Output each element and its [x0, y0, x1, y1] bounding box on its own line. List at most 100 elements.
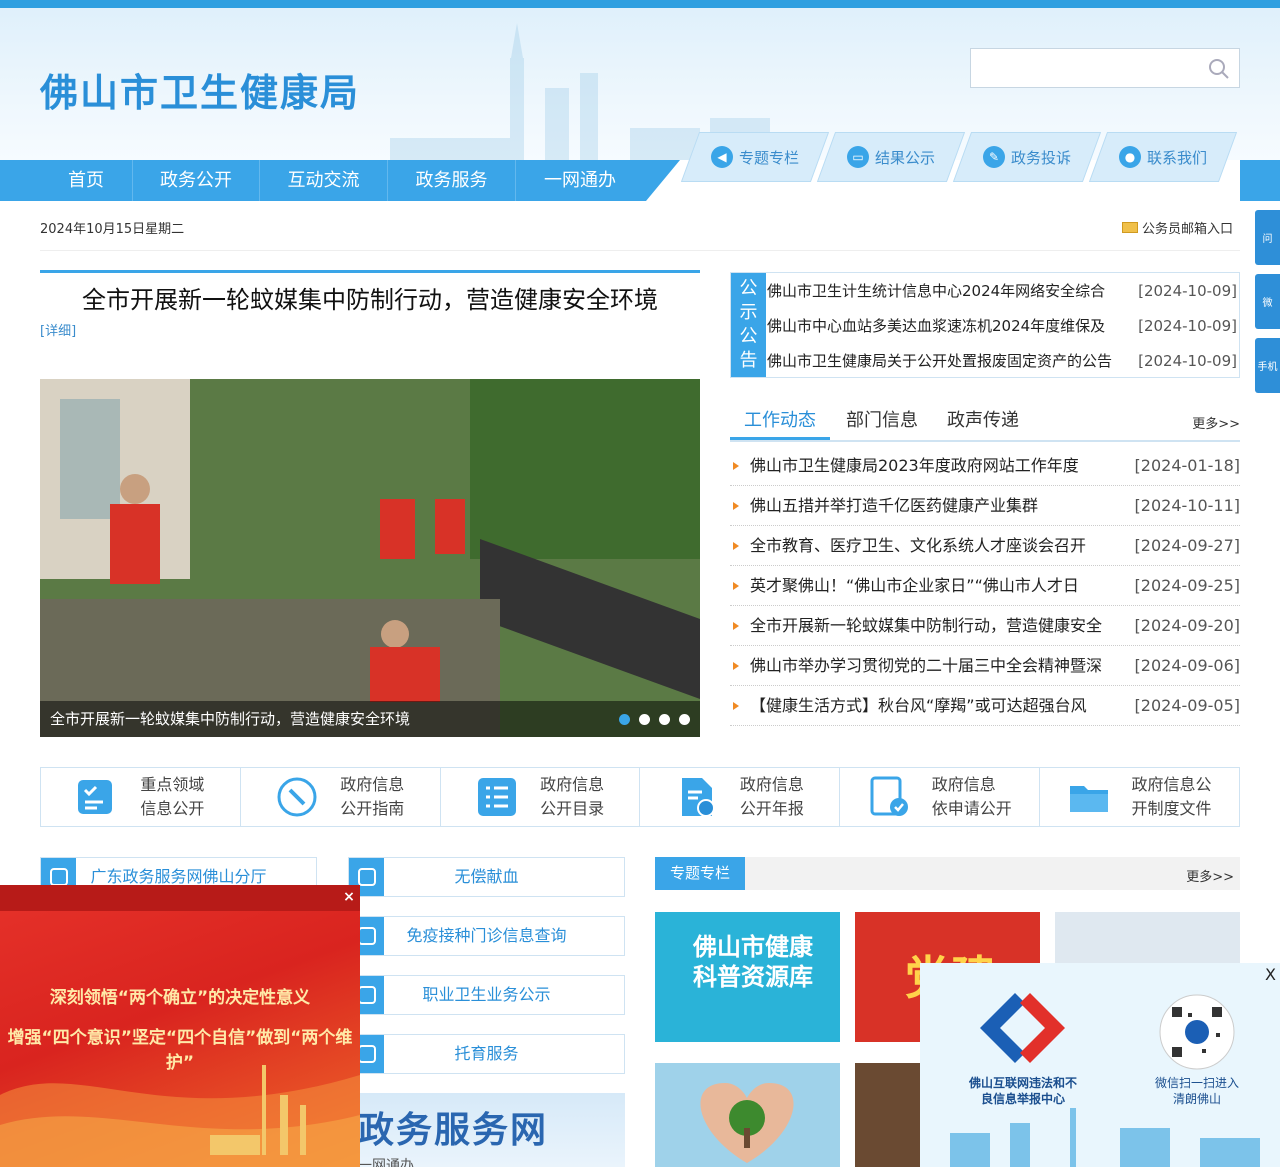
news-item[interactable]: 英才聚佛山！“佛山市企业家日”“佛山市人才日 [2024-09-25]	[730, 566, 1240, 606]
info-link-annual-report[interactable]: 政府信息 公开年报	[640, 768, 841, 826]
slider-dot[interactable]	[639, 714, 650, 725]
info-link-guide[interactable]: 政府信息 公开指南	[241, 768, 441, 826]
tab-contact-us[interactable]: ● 联系我们	[1088, 132, 1238, 182]
service-link-vaccination[interactable]: 免疫接种门诊信息查询	[348, 916, 625, 956]
service-link-childcare[interactable]: 托育服务	[348, 1034, 625, 1074]
tab-results-notice[interactable]: ▭ 结果公示	[816, 132, 966, 182]
slider-dot[interactable]	[679, 714, 690, 725]
nav-item-home[interactable]: 首页	[40, 160, 132, 201]
divider	[40, 250, 1240, 251]
news-item[interactable]: 佛山市举办学习贯彻党的二十届三中全会精神暨深 [2024-09-06]	[730, 646, 1240, 686]
nav-item-gov-services[interactable]: 政务服务	[388, 160, 515, 201]
news-date: [2024-09-27]	[1134, 536, 1240, 555]
form-check-icon	[870, 776, 908, 816]
float-label: 手机	[1257, 362, 1278, 373]
news-title[interactable]: 佛山五措并举打造千亿医药健康产业集群	[750, 496, 1038, 515]
notice-tag-char: 告	[739, 350, 758, 371]
news-title[interactable]: 全市教育、医疗卫生、文化系统人才座谈会召开	[750, 536, 1086, 555]
news-title[interactable]: 佛山市卫生健康局2023年度政府网站工作年度	[750, 456, 1079, 475]
top-accent-line	[0, 0, 1280, 8]
headline-title[interactable]: 全市开展新一轮蚊媒集中防制行动，营造健康安全环境	[40, 280, 700, 315]
speaker-icon: ◀	[710, 146, 733, 168]
search-input[interactable]	[970, 48, 1240, 88]
info-line2: 公开年报	[739, 799, 804, 818]
float-wechat-button[interactable]: 微	[1255, 274, 1280, 329]
tab-policy-voice[interactable]: 政声传递	[933, 405, 1033, 440]
slider-caption[interactable]: 全市开展新一轮蚊媒集中防制行动，营造健康安全环境	[40, 701, 700, 737]
site-title[interactable]: 佛山市卫生健康局	[40, 62, 360, 117]
news-date: [2024-09-20]	[1134, 616, 1240, 635]
popup-close-button[interactable]: X	[1265, 965, 1276, 984]
mailbox-link[interactable]: 公务员邮箱入口	[1122, 218, 1233, 237]
float-mobile-button[interactable]: 手机	[1255, 338, 1280, 393]
tab-complaints[interactable]: ✎ 政务投诉	[952, 132, 1102, 182]
news-title[interactable]: 英才聚佛山！“佛山市企业家日”“佛山市人才日	[750, 576, 1079, 595]
floating-ad-right[interactable]: X 佛山互联网违法和不良信息举报中心 微信扫一扫进入清朗佛山	[920, 963, 1280, 1167]
info-link-policy-files[interactable]: 政府信息公 开制度文件	[1040, 768, 1239, 826]
main-navigation: 首页 政务公开 互动交流 政务服务 一网通办 ◀ 专题专栏 ▭ 结果公示 ✎ 政务投诉…	[0, 132, 1280, 201]
info-link-key-areas[interactable]: 重点领域 信息公开	[41, 768, 241, 826]
tab-department-info[interactable]: 部门信息	[832, 405, 932, 440]
list-icon	[478, 778, 517, 816]
news-item[interactable]: 全市开展新一轮蚊媒集中防制行动，营造健康安全 [2024-09-20]	[730, 606, 1240, 646]
special-topics-tag: 专题专栏	[655, 857, 745, 890]
tab-work-updates[interactable]: 工作动态	[730, 405, 830, 440]
popup-slogan-line1: 深刻领悟“两个确立”的决定性意义	[49, 988, 311, 1008]
topic-card-text: 佛山市健康科普资源库	[693, 933, 813, 991]
info-line1: 重点领域	[140, 775, 205, 794]
notice-title[interactable]: 佛山市卫生计生统计信息中心2024年网络安全综合	[767, 282, 1105, 300]
service-label: 职业卫生业务公示	[422, 985, 551, 1004]
notice-title[interactable]: 佛山市中心血站多美达血浆速冻机2024年度维保及	[767, 317, 1105, 335]
info-line1: 政府信息	[540, 775, 605, 794]
news-item[interactable]: 佛山市卫生健康局2023年度政府网站工作年度 [2024-01-18]	[730, 446, 1240, 486]
news-item[interactable]: 全市教育、医疗卫生、文化系统人才座谈会召开 [2024-09-27]	[730, 526, 1240, 566]
chat-icon: ●	[1118, 146, 1141, 168]
nav-item-gov-affairs[interactable]: 政务公开	[133, 160, 259, 201]
info-line1: 政府信息	[739, 775, 804, 794]
popup-close-button[interactable]: ×	[341, 889, 357, 905]
notice-tag: 公 示 公 告	[731, 273, 766, 377]
tab-special-topics[interactable]: ◀ 专题专栏	[680, 132, 830, 182]
gov-banner-subtitle: 一网通办	[358, 1158, 414, 1167]
notice-title[interactable]: 佛山市卫生健康局关于公开处置报废固定资产的公告	[767, 352, 1112, 370]
news-date: [2024-09-06]	[1134, 656, 1240, 675]
notice-date: [2024-10-09]	[1138, 352, 1237, 370]
topic-card-tree-hands[interactable]	[655, 1063, 840, 1167]
report-center-logo-icon	[980, 993, 1065, 1063]
mailbox-label: 公务员邮箱入口	[1142, 222, 1234, 237]
gov-service-banner[interactable]: 政务服务网 一网通办	[330, 1093, 625, 1167]
pen-icon: ✎	[982, 146, 1005, 168]
service-label: 免疫接种门诊信息查询	[406, 926, 567, 945]
service-link-occupational-health[interactable]: 职业卫生业务公示	[348, 975, 625, 1015]
current-date: 2024年10月15日星期二	[40, 222, 185, 237]
headline-detail-link[interactable]: [详细]	[40, 320, 76, 339]
notice-item[interactable]: 佛山市中心血站多美达血浆速冻机2024年度维保及 [2024-10-09]	[767, 309, 1239, 343]
notice-item[interactable]: 佛山市卫生计生统计信息中心2024年网络安全综合 [2024-10-09]	[767, 274, 1239, 308]
topic-card-health-science[interactable]: 佛山市健康科普资源库	[655, 912, 840, 1042]
float-ask-button[interactable]: 问	[1255, 210, 1280, 265]
service-link-blood-donation[interactable]: 无偿献血	[348, 857, 625, 897]
slider-dot[interactable]	[619, 714, 630, 725]
info-line1: 政府信息	[340, 775, 405, 794]
info-link-catalog[interactable]: 政府信息 公开目录	[441, 768, 641, 826]
info-line2: 信息公开	[140, 799, 205, 818]
news-item[interactable]: 【健康生活方式】秋台风“摩羯”或可达超强台风 [2024-09-05]	[730, 686, 1240, 726]
tab-label: 结果公示	[874, 148, 935, 167]
slider-dot[interactable]	[659, 714, 670, 725]
special-topics-more-link[interactable]: 更多>>	[1186, 866, 1234, 885]
news-more-link[interactable]: 更多>>	[1192, 413, 1240, 432]
info-link-apply[interactable]: 政府信息 依申请公开	[840, 768, 1041, 826]
news-title[interactable]: 【健康生活方式】秋台风“摩羯”或可达超强台风	[750, 696, 1087, 715]
search-icon[interactable]	[1207, 57, 1231, 81]
notice-board: 公 示 公 告 佛山市卫生计生统计信息中心2024年网络安全综合 [2024-10…	[730, 272, 1240, 378]
news-slider[interactable]: 全市开展新一轮蚊媒集中防制行动，营造健康安全环境	[40, 379, 700, 737]
gov-banner-title: 政务服务网	[358, 1110, 549, 1151]
floating-ad-left[interactable]: × 深刻领悟“两个确立”的决定性意义 增强“四个意识”坚定“四个自信”做到“两个…	[0, 885, 360, 1167]
news-title[interactable]: 全市开展新一轮蚊媒集中防制行动，营造健康安全	[750, 616, 1102, 635]
news-item[interactable]: 佛山五措并举打造千亿医药健康产业集群 [2024-10-11]	[730, 486, 1240, 526]
news-date: [2024-09-05]	[1134, 696, 1240, 715]
nav-item-interaction[interactable]: 互动交流	[260, 160, 387, 201]
news-title[interactable]: 佛山市举办学习贯彻党的二十届三中全会精神暨深	[750, 656, 1102, 675]
nav-item-one-stop[interactable]: 一网通办	[516, 160, 644, 201]
notice-item[interactable]: 佛山市卫生健康局关于公开处置报废固定资产的公告 [2024-10-09]	[767, 344, 1239, 378]
